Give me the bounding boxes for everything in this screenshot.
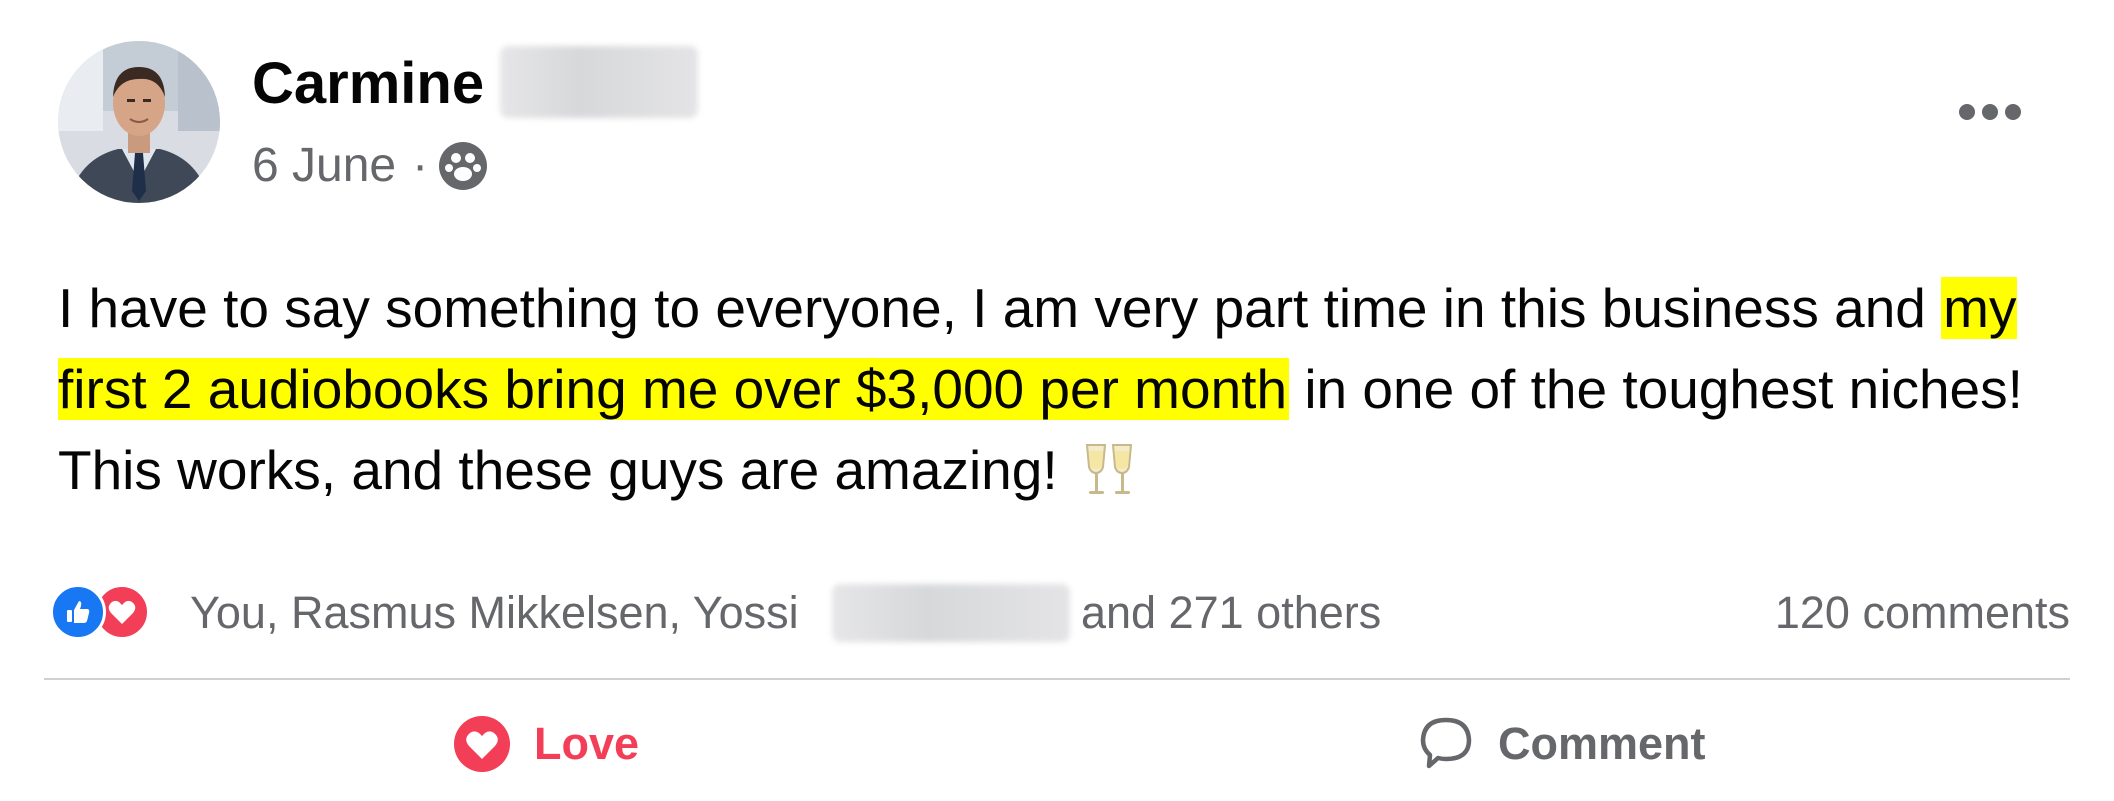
comment-icon [1420, 717, 1472, 769]
divider [44, 678, 2070, 680]
clinking-glasses-icon [1081, 440, 1137, 521]
love-button[interactable]: Love [452, 708, 639, 780]
post-text-before: I have to say something to everyone, I a… [58, 277, 1942, 339]
like-icon [50, 584, 106, 640]
comment-button[interactable]: Comment [1416, 708, 1706, 780]
comments-count[interactable]: 120 comments [1775, 584, 2070, 642]
more-options-button[interactable] [1950, 88, 2030, 136]
post-text: I have to say something to everyone, I a… [58, 268, 2068, 521]
avatar-image [58, 41, 220, 203]
group-audience-icon[interactable] [438, 141, 488, 191]
reactors-others[interactable]: and 271 others [1081, 584, 1381, 642]
post-date[interactable]: 6 June [252, 138, 396, 194]
reactors-names[interactable]: You, Rasmus Mikkelsen, Yossi [190, 584, 799, 642]
more-options-icon [1959, 104, 2021, 120]
author-avatar[interactable] [58, 41, 220, 203]
author-name[interactable]: Carmine [252, 50, 484, 118]
comment-button-label: Comment [1498, 718, 1706, 769]
post-meta: 6 June · [252, 138, 488, 194]
love-reaction-icon [454, 716, 510, 772]
love-button-label: Love [534, 718, 640, 769]
blurred-surname [500, 46, 698, 118]
facebook-post: Carmine 6 June · I have to say something… [0, 0, 2114, 801]
reaction-icons[interactable] [50, 582, 150, 642]
blurred-reactor-surname [832, 584, 1070, 642]
meta-separator: · [412, 139, 429, 192]
